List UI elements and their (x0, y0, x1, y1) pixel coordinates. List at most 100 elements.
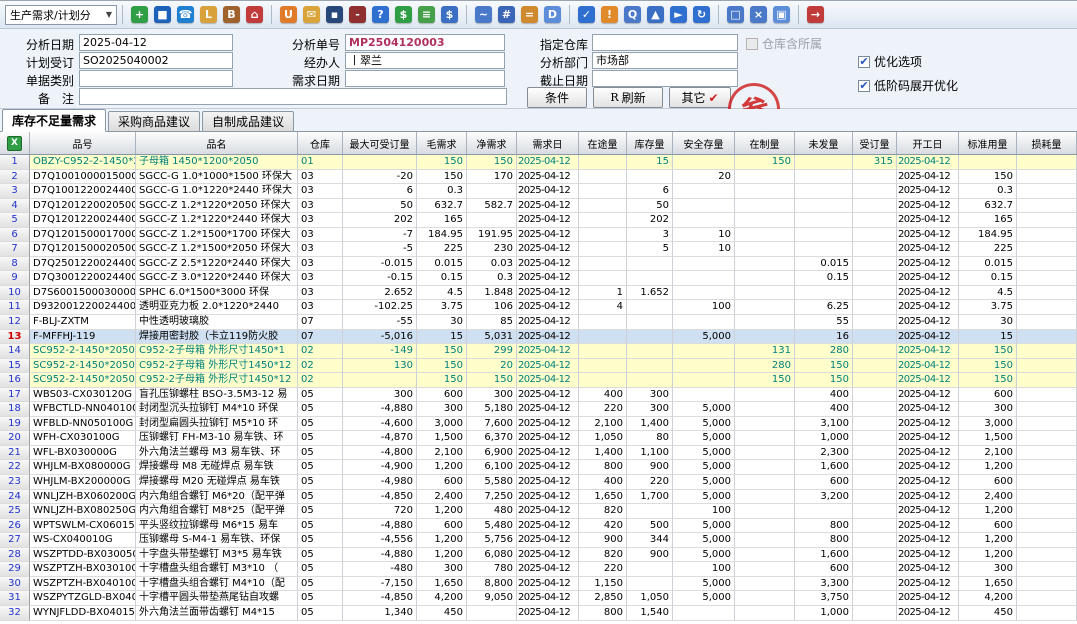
table-row[interactable]: 26WPTSWLM-CX060150G平头竖纹拉铆螺母 M6*15 易车05-4… (0, 519, 1077, 534)
col-header-ordered[interactable]: 受订量 (853, 132, 897, 154)
analysis-dept-field[interactable]: 市场部 (592, 52, 738, 69)
col-header-max_acceptable[interactable]: 最大可受订量 (343, 132, 417, 154)
remark-field[interactable] (79, 88, 507, 105)
cascade-icon[interactable]: ▣ (773, 6, 790, 23)
table-row[interactable]: 24WNLJZH-BX060200G内六角组合螺钉 M6*20（配平弹05-4,… (0, 490, 1077, 505)
end-date-field[interactable] (592, 70, 738, 87)
table-row[interactable]: 4D7Q1201220020500GSGCC-Z 1.2*1220*2050 环… (0, 199, 1077, 214)
table-row[interactable]: 20WFH-CX030100G压铆螺钉 FH-M3-10 易车铁、环05-4,8… (0, 431, 1077, 446)
excel-export-icon[interactable]: X (7, 136, 22, 151)
table-row[interactable]: 13F-MFFHJ-119焊接用密封胶（卡立119防火胶07-5,016155,… (0, 330, 1077, 345)
doc-type-field[interactable] (79, 70, 233, 87)
warehouse-field[interactable] (592, 34, 738, 51)
table-row[interactable]: 1OBZY-C952-2-1450*20子母箱 1450*1200*205001… (0, 155, 1077, 170)
table-row[interactable]: 11D932001220024400G透明亚克力板 2.0*1220*24400… (0, 300, 1077, 315)
mail-icon[interactable]: ✉ (303, 6, 320, 23)
table-row[interactable]: 22WHJLM-BX080000G焊接螺母 M8 无碰焊点 易车铁05-4,90… (0, 460, 1077, 475)
drawer-icon[interactable]: = (521, 6, 538, 23)
lock-icon[interactable]: L (200, 6, 217, 23)
table-row[interactable]: 27WS-CX040010G压铆螺母 S-M4-1 易车铁、环保05-4,556… (0, 533, 1077, 548)
operator-field[interactable]: 丨翠兰 (345, 52, 505, 69)
table-row[interactable]: 29WSZPTZH-BX030100G十字槽盘头组合螺钉 M3*10 （05-4… (0, 562, 1077, 577)
user-dollar-icon[interactable]: $ (441, 6, 458, 23)
close-icon[interactable]: × (750, 6, 767, 23)
col-header-start_date[interactable]: 开工日 (897, 132, 959, 154)
table-row[interactable]: 32WYNJFLDD-BX040150G外六角法兰面带齿螺钉 M4*15051,… (0, 606, 1077, 621)
table-row[interactable]: 21WFL-BX030000G外六角法兰螺母 M3 易车铁、环05-4,8002… (0, 446, 1077, 461)
exit-icon[interactable]: → (807, 6, 824, 23)
key-icon[interactable]: - (349, 6, 366, 23)
col-header-unshipped[interactable]: 未发量 (795, 132, 853, 154)
tab-self-made-suggestion[interactable]: 自制成品建议 (202, 111, 294, 131)
report-icon[interactable]: ~ (475, 6, 492, 23)
table-row[interactable]: 31WSZPYTZGLD-BX040150十字槽平圆头带垫燕尾钻自攻螺05-4,… (0, 591, 1077, 606)
table-row[interactable]: 3D7Q1001220024400GSGCC-G 1.0*1220*2440 环… (0, 184, 1077, 199)
col-header-gross_demand[interactable]: 毛需求 (417, 132, 467, 154)
briefcase-icon[interactable]: B (223, 6, 240, 23)
analysis-date-field[interactable]: 2025-04-12 (79, 34, 233, 51)
col-header-safety_stock[interactable]: 安全存量 (673, 132, 735, 154)
table-row[interactable]: 30WSZPTZH-BX040100G十字槽盘头组合螺钉 M4*10（配05-7… (0, 577, 1077, 592)
table-row[interactable]: 23WHJLM-BX200000G焊接螺母 M20 无碰焊点 易车铁05-4,9… (0, 475, 1077, 490)
col-header-standard_usage[interactable]: 标准用量 (959, 132, 1017, 154)
table-row[interactable]: 8D7Q2501220024400GSGCC-Z 2.5*1220*2440 环… (0, 257, 1077, 272)
table-row[interactable]: 9D7Q3001220024400GSGCC-Z 3.0*1220*2440 环… (0, 271, 1077, 286)
network-icon[interactable]: ▲ (647, 6, 664, 23)
copy-icon[interactable]: D (544, 6, 561, 23)
table-row[interactable]: 7D7Q1201500020500GSGCC-Z 1.2*1500*2050 环… (0, 242, 1077, 257)
stock-cell (627, 359, 673, 374)
dollar-icon[interactable]: $ (395, 6, 412, 23)
col-header-in_transit[interactable]: 在途量 (579, 132, 627, 154)
col-header-item_no[interactable]: 品号 (30, 132, 136, 154)
col-header-net_demand[interactable]: 净需求 (467, 132, 517, 154)
warehouse-cell: 05 (298, 548, 343, 563)
col-header-stock[interactable]: 库存量 (627, 132, 673, 154)
bell-icon[interactable]: ! (601, 6, 618, 23)
table-row[interactable]: 19WFBLD-NN050100G封闭型扁圆头拉铆钉 M5*10 环05-4,6… (0, 417, 1077, 432)
table-row[interactable]: 25WNLJZH-BX080250G内六角组合螺钉 M8*25（配平弹05720… (0, 504, 1077, 519)
col-header-loss[interactable]: 损耗量 (1017, 132, 1077, 154)
help-icon[interactable]: ? (372, 6, 389, 23)
col-header-item_name[interactable]: 品名 (136, 132, 298, 154)
table-row[interactable]: 28WSZPTDD-BX030050G十字盘头带垫螺钉 M3*5 易车铁05-4… (0, 548, 1077, 563)
table-row[interactable]: 16SC952-2-1450*2050-1C952-2子母箱 外形尺寸1450*… (0, 373, 1077, 388)
table-row[interactable]: 10D7S6001500030000GSPHC 6.0*1500*3000 环保… (0, 286, 1077, 301)
table-row[interactable]: 5D7Q1201220024400GSGCC-Z 1.2*1220*2440 环… (0, 213, 1077, 228)
table-row[interactable]: 6D7Q1201500017000GSGCC-Z 1.2*1500*1700 环… (0, 228, 1077, 243)
low-level-code-checkbox[interactable]: ✔ 低阶码展开优化 (858, 77, 958, 94)
cart-icon[interactable]: ≡ (418, 6, 435, 23)
plan-order-field[interactable]: SO2025040002 (79, 52, 233, 69)
org-add-icon[interactable]: + (131, 6, 148, 23)
demand-date-field[interactable] (345, 70, 505, 87)
table-row[interactable]: 17WBS03-CX030120G盲孔压铆螺柱 BSO-3.5M3-12 易05… (0, 388, 1077, 403)
refresh-icon[interactable]: ↻ (693, 6, 710, 23)
calculator-icon[interactable]: # (498, 6, 515, 23)
other-button[interactable]: 其它 ✔ (669, 87, 731, 108)
tab-stock-shortage[interactable]: 库存不足量需求 (2, 109, 106, 132)
monitor-pointer-icon[interactable]: ► (670, 6, 687, 23)
doc-search-icon[interactable]: Q (624, 6, 641, 23)
col-header-in_process[interactable]: 在制量 (735, 132, 795, 154)
col-header-warehouse[interactable]: 仓库 (298, 132, 343, 154)
computer-icon[interactable]: ■ (154, 6, 171, 23)
module-selector-dropdown[interactable]: 生产需求/计划分 ▼ (5, 5, 117, 25)
analysis-no-field[interactable]: MP2504120003 (345, 34, 505, 51)
tab-purchase-suggestion[interactable]: 采购商品建议 (108, 111, 200, 131)
warehouse-incl-checkbox[interactable]: 仓库含所属 (746, 35, 822, 52)
card-icon[interactable]: ▪ (326, 6, 343, 23)
condition-button[interactable]: 条件 (527, 87, 587, 108)
table-row[interactable]: 14SC952-2-1450*2050-1C952-2子母箱 外形尺寸1450*… (0, 344, 1077, 359)
check-icon[interactable]: ✓ (578, 6, 595, 23)
refresh-button[interactable]: R 刷新 (593, 87, 663, 108)
users-icon[interactable]: U (280, 6, 297, 23)
table-row[interactable]: 18WFBCTLD-NN040100G封闭型沉头拉铆钉 M4*10 环保05-4… (0, 402, 1077, 417)
col-header-rownum[interactable]: X (0, 132, 30, 154)
table-row[interactable]: 2D7Q1001000015000GSGCC-G 1.0*1000*1500 环… (0, 170, 1077, 185)
home-icon[interactable]: ⌂ (246, 6, 263, 23)
table-row[interactable]: 15SC952-2-1450*2050-1C952-2子母箱 外形尺寸1450*… (0, 359, 1077, 374)
phone-icon[interactable]: ☎ (177, 6, 194, 23)
table-row[interactable]: 12F-BLJ-ZXTM中性透明玻璃胶07-5530852025-04-1255… (0, 315, 1077, 330)
window-icon[interactable]: □ (727, 6, 744, 23)
col-header-demand_date[interactable]: 需求日 (517, 132, 579, 154)
optimize-checkbox[interactable]: ✔ 优化选项 (858, 53, 922, 70)
